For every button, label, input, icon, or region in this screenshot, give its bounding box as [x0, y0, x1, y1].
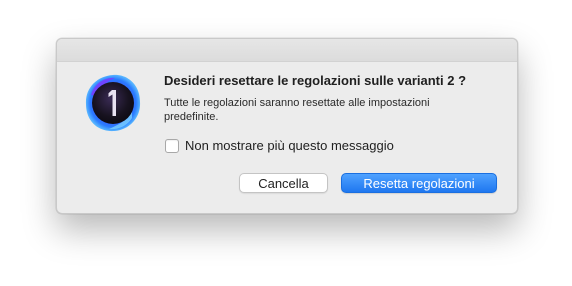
- reset-adjustments-button[interactable]: Resetta regolazioni: [341, 173, 497, 193]
- checkbox-label[interactable]: Non mostrare più questo messaggio: [185, 138, 394, 153]
- checkbox-box[interactable]: [165, 138, 179, 153]
- screen-background: Desideri resettare le regolazioni sulle …: [0, 0, 572, 286]
- capture-one-app-icon: [85, 74, 141, 132]
- dialog-title: Desideri resettare le regolazioni sulle …: [164, 73, 467, 88]
- dialog-message: Tutte le regolazioni saranno resettate a…: [164, 97, 430, 123]
- dialog-titlebar[interactable]: [57, 39, 517, 62]
- reset-adjustments-dialog: Desideri resettare le regolazioni sulle …: [56, 38, 518, 214]
- dont-show-again-checkbox[interactable]: Non mostrare più questo messaggio: [165, 138, 394, 153]
- cancel-button[interactable]: Cancella: [239, 173, 328, 193]
